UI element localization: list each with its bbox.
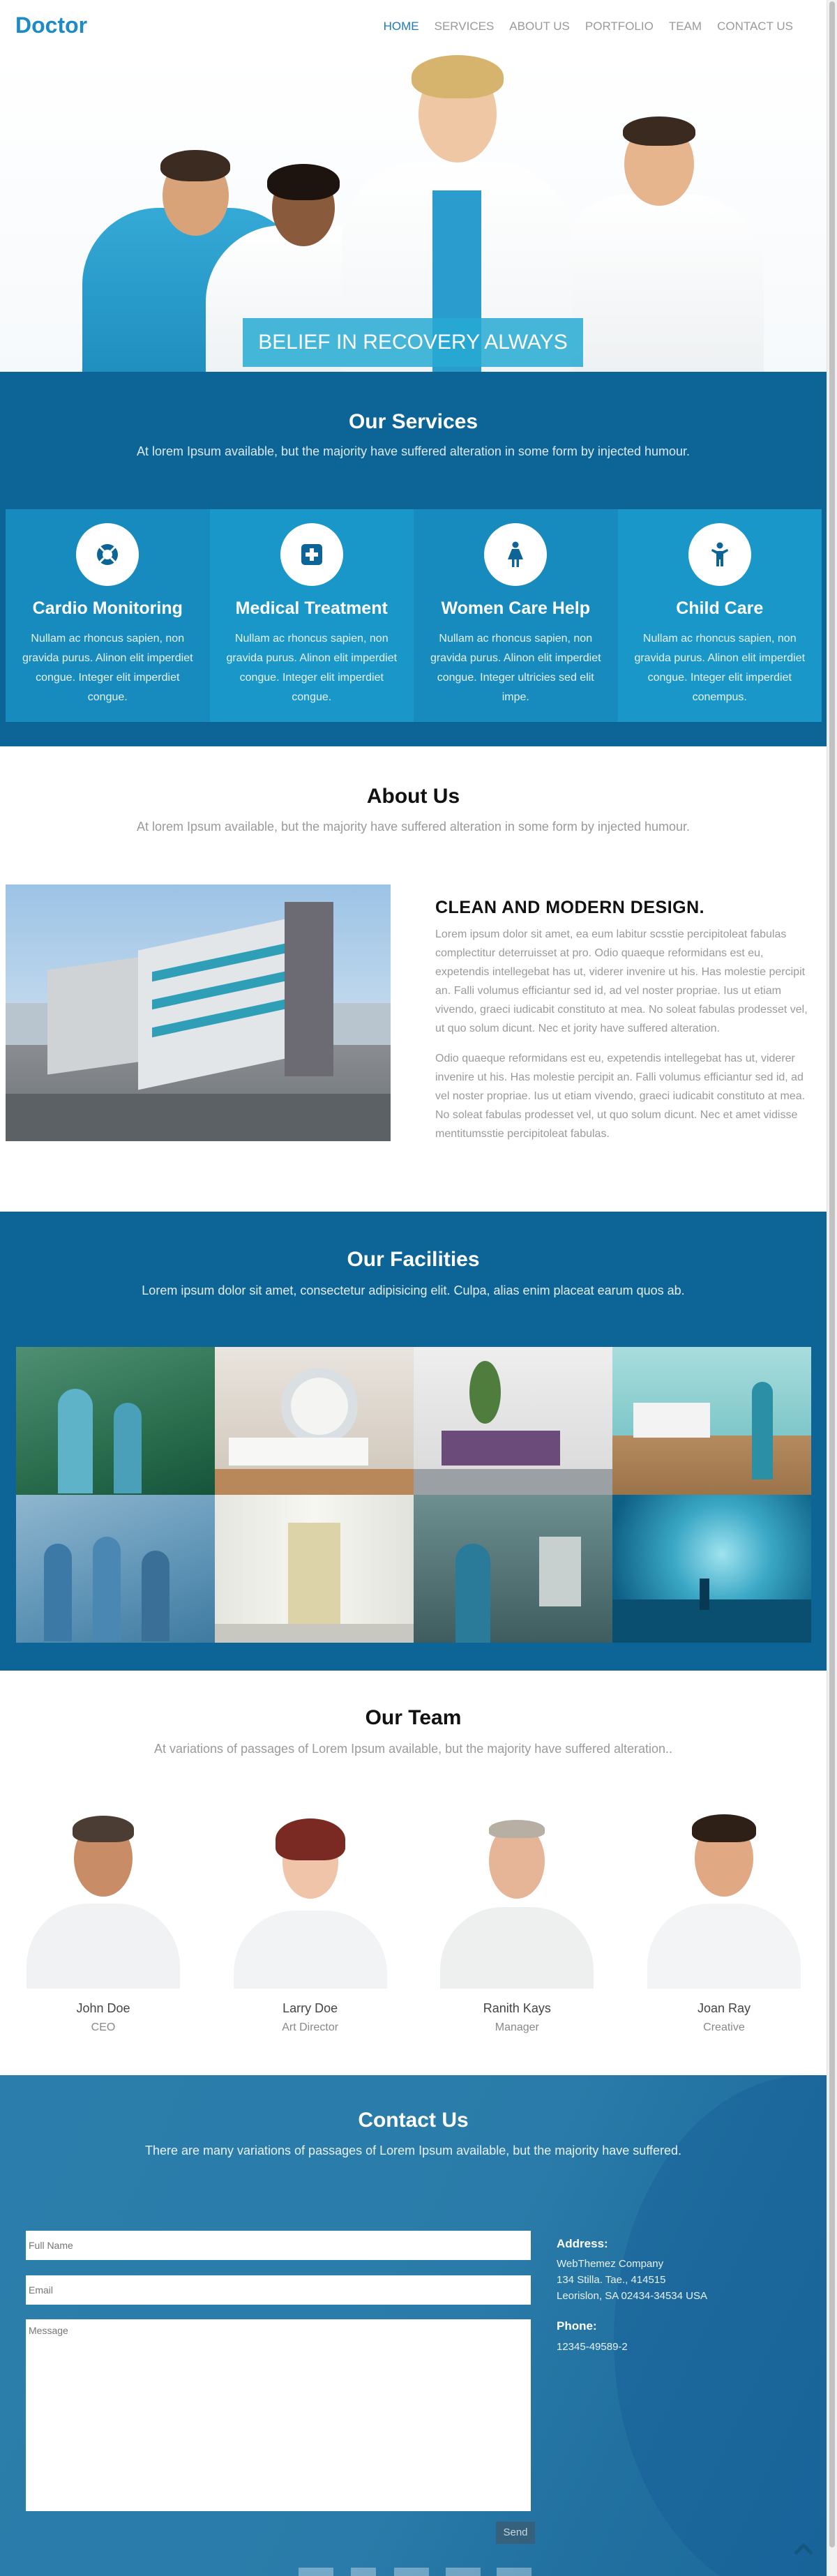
team-member-photo	[640, 1806, 808, 1989]
nav-contact-us[interactable]: CONTACT US	[717, 20, 793, 33]
facility-photo-patient-ward[interactable]	[612, 1347, 811, 1495]
address-line: Leorislon, SA 02434-34534 USA	[557, 2290, 707, 2302]
facility-photo-operating-room[interactable]	[16, 1347, 215, 1495]
nav-home[interactable]: HOME	[384, 20, 419, 33]
about-subtitle: At lorem Ipsum available, but the majori…	[136, 820, 691, 834]
facility-photo-surgery-team[interactable]	[16, 1495, 215, 1643]
contact-title: Contact Us	[358, 2109, 469, 2132]
full-name-input[interactable]	[26, 2231, 531, 2260]
contact-section: Contact Us There are many variations of …	[0, 2075, 827, 2576]
page-scrollbar[interactable]	[827, 0, 837, 2576]
social-icon[interactable]	[299, 2568, 333, 2576]
team-member-card[interactable]: Larry Doe Art Director	[226, 1806, 394, 2043]
facilities-title: Our Facilities	[347, 1248, 480, 1271]
address-line: WebThemez Company	[557, 2258, 664, 2270]
nav-services[interactable]: SERVICES	[435, 20, 495, 33]
services-subtitle: At lorem Ipsum available, but the majori…	[136, 444, 691, 458]
service-card-text: Nullam ac rhoncus sapien, non gravida pu…	[634, 633, 806, 703]
main-nav: HOME SERVICES ABOUT US PORTFOLIO TEAM CO…	[368, 20, 793, 33]
team-member-photo	[20, 1806, 187, 1989]
service-card-title: Women Care Help	[441, 598, 590, 618]
hero-caption: BELIEF IN RECOVERY ALWAYS	[243, 318, 583, 367]
service-card-title: Child Care	[676, 598, 764, 618]
service-card-child[interactable]: Child Care Nullam ac rhoncus sapien, non…	[617, 509, 822, 722]
message-textarea[interactable]	[26, 2319, 531, 2511]
service-card-title: Cardio Monitoring	[32, 598, 183, 618]
service-card-women[interactable]: Women Care Help Nullam ac rhoncus sapien…	[414, 509, 618, 722]
service-cards: Cardio Monitoring Nullam ac rhoncus sapi…	[6, 509, 822, 722]
phone-label: Phone:	[557, 2319, 597, 2333]
social-icon[interactable]	[351, 2568, 376, 2576]
team-member-card[interactable]: John Doe CEO	[20, 1806, 187, 2043]
lifebuoy-icon	[76, 523, 140, 586]
team-member-role: Creative	[703, 2021, 745, 2033]
page: Doctor HOME SERVICES ABOUT US PORTFOLIO …	[0, 0, 827, 2576]
woman-icon	[484, 523, 548, 586]
team-member-role: CEO	[91, 2021, 116, 2033]
email-input[interactable]	[26, 2275, 531, 2305]
facility-photo-hallway-doctor[interactable]	[414, 1495, 612, 1643]
phone-number: 12345-49589-2	[557, 2341, 628, 2353]
facility-photo-sky-freedom[interactable]	[612, 1495, 811, 1643]
facility-photo-corridor[interactable]	[215, 1495, 414, 1643]
team-subtitle: At variations of passages of Lorem Ipsum…	[153, 1742, 673, 1756]
nav-about-us[interactable]: ABOUT US	[509, 20, 570, 33]
facilities-gallery	[16, 1347, 811, 1643]
about-title: About Us	[366, 785, 460, 808]
social-icon[interactable]	[394, 2568, 429, 2576]
social-icon[interactable]	[446, 2568, 481, 2576]
about-heading: CLEAN AND MODERN DESIGN.	[435, 898, 705, 917]
facilities-subtitle: Lorem ipsum dolor sit amet, consectetur …	[142, 1283, 685, 1297]
facilities-section: Our Facilities Lorem ipsum dolor sit ame…	[0, 1212, 827, 1671]
team-member-name: Larry Doe	[282, 2001, 338, 2015]
team-member-card[interactable]: Ranith Kays Manager	[433, 1806, 601, 2043]
contact-subtitle: There are many variations of passages of…	[144, 2144, 682, 2157]
scrollbar-thumb[interactable]	[829, 1, 835, 2547]
service-card-text: Nullam ac rhoncus sapien, non gravida pu…	[226, 633, 398, 703]
site-header: Doctor HOME SERVICES ABOUT US PORTFOLIO …	[0, 0, 827, 54]
team-title: Our Team	[365, 1706, 462, 1729]
address-line: 134 Stilla. Tae., 414515	[557, 2274, 666, 2286]
service-card-medical[interactable]: Medical Treatment Nullam ac rhoncus sapi…	[209, 509, 414, 722]
service-card-title: Medical Treatment	[235, 598, 388, 618]
team-members: John Doe CEO Larry Doe Art Director Rani…	[20, 1806, 808, 2043]
team-member-name: John Doe	[76, 2001, 130, 2015]
team-member-name: Joan Ray	[697, 2001, 751, 2015]
team-member-photo	[226, 1806, 394, 1989]
team-member-role: Manager	[495, 2021, 539, 2033]
team-member-photo	[433, 1806, 601, 1989]
social-icon[interactable]	[497, 2568, 531, 2576]
facility-photo-waiting-room[interactable]	[414, 1347, 612, 1495]
team-member-name: Ranith Kays	[483, 2001, 551, 2015]
hero-banner: BELIEF IN RECOVERY ALWAYS	[0, 54, 827, 372]
team-member-card[interactable]: Joan Ray Creative	[640, 1806, 808, 2043]
nav-team[interactable]: TEAM	[669, 20, 702, 33]
about-paragraph-1: Lorem ipsum dolor sit amet, ea eum labit…	[435, 928, 808, 1034]
services-section: Our Services At lorem Ipsum available, b…	[0, 372, 827, 746]
child-icon	[688, 523, 751, 586]
team-member-role: Art Director	[282, 2021, 339, 2033]
site-logo[interactable]: Doctor	[15, 13, 87, 38]
nav-portfolio[interactable]: PORTFOLIO	[585, 20, 654, 33]
back-to-top-button[interactable]	[792, 2537, 815, 2561]
service-card-text: Nullam ac rhoncus sapien, non gravida pu…	[22, 633, 193, 703]
facility-photo-mri-scanner[interactable]	[215, 1347, 414, 1495]
chevron-up-icon	[794, 2543, 813, 2555]
services-title: Our Services	[348, 410, 478, 433]
hospital-building-image	[6, 884, 391, 1141]
service-card-cardio[interactable]: Cardio Monitoring Nullam ac rhoncus sapi…	[6, 509, 210, 722]
about-paragraph-2: Odio quaeque reformidans est eu, expeten…	[435, 1053, 806, 1140]
address-label: Address:	[557, 2237, 608, 2250]
medical-cross-icon	[280, 523, 343, 586]
service-card-text: Nullam ac rhoncus sapien, non gravida pu…	[430, 633, 601, 703]
send-button[interactable]: Send	[496, 2522, 535, 2544]
